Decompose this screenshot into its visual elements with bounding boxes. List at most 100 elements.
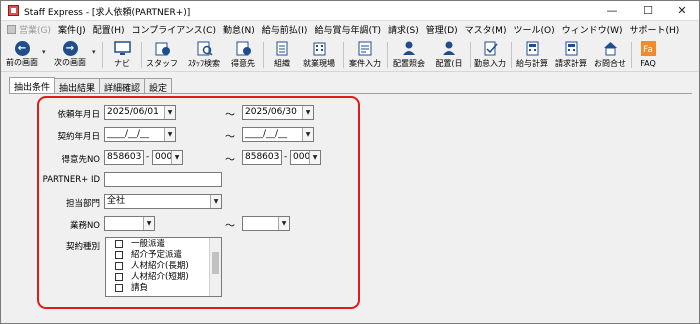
work-site-button[interactable]: 就業現場 <box>299 39 339 71</box>
dropdown-arrow-icon: ▼ <box>309 151 320 164</box>
contract-type-option[interactable]: 人材紹介(長期) <box>106 261 210 272</box>
tab-strip: 抽出条件 抽出結果 詳細確認 設定 <box>9 77 173 94</box>
placement-day-button[interactable]: 配置(日 <box>431 39 467 71</box>
arrow-right-icon: → <box>62 41 78 56</box>
payroll-button[interactable]: 給与計算 <box>514 39 550 71</box>
range-separator: ～ <box>225 221 235 232</box>
dropdown-arrow-icon: ▼ <box>210 195 221 208</box>
client-no-from-dash: - <box>146 152 150 162</box>
dropdown-arrow-icon: ▼ <box>302 128 313 141</box>
tab-extract-results[interactable]: 抽出結果 <box>54 78 101 94</box>
menu-placement[interactable]: 配置(H) <box>93 23 125 36</box>
contract-type-label: 契約種別 <box>65 242 100 252</box>
contract-type-option[interactable]: 請負 <box>106 283 210 294</box>
menu-cases[interactable]: 案件(J) <box>58 23 86 36</box>
case-input-icon <box>358 41 371 56</box>
forward-dropdown-icon[interactable]: ▾ <box>92 48 96 56</box>
title-bar: Staff Express - [求人依頼(PARTNER+)] — ☐ ✕ <box>1 1 699 21</box>
navi-button[interactable]: ナビ <box>107 39 137 71</box>
attendance-input-button[interactable]: 勤怠入力 <box>472 39 508 71</box>
menu-sales[interactable]: 営業(G) <box>19 23 51 36</box>
checkbox[interactable] <box>115 251 123 259</box>
dropdown-arrow-icon: ▼ <box>164 106 175 119</box>
close-button[interactable]: ✕ <box>665 1 699 21</box>
contract-type-option[interactable]: 一般派遣 <box>106 239 210 250</box>
client-no-from-sub-select[interactable]: 000 ▼ <box>152 150 183 165</box>
department-label: 担当部門 <box>65 199 100 209</box>
staff-search-icon <box>197 41 213 56</box>
dropdown-arrow-icon: ▼ <box>278 217 289 230</box>
request-date-from-select[interactable]: 2025/06/01 ▼ <box>104 105 176 120</box>
range-separator: ～ <box>225 155 235 166</box>
checkbox[interactable] <box>115 284 123 292</box>
staff-icon <box>155 42 170 56</box>
tab-extract-conditions[interactable]: 抽出条件 <box>9 77 56 94</box>
menu-tools[interactable]: ツール(O) <box>513 23 554 36</box>
job-no-to-select[interactable]: ▼ <box>242 216 290 231</box>
placement-query-icon <box>402 41 415 55</box>
app-window: Staff Express - [求人依頼(PARTNER+)] — ☐ ✕ 営… <box>0 0 700 324</box>
checklist-scrollbar[interactable] <box>209 238 221 296</box>
menu-payroll[interactable]: 給与賞与年調(T) <box>314 23 381 36</box>
menu-bar: 営業(G) 案件(J) 配置(H) コンプライアンス(C) 勤怠(N) 給与前払… <box>1 21 699 38</box>
scrollbar-thumb[interactable] <box>212 252 219 274</box>
client-no-label: 得意先NO <box>61 155 100 165</box>
org-button[interactable]: 組織 <box>269 39 295 71</box>
building-icon <box>313 42 325 56</box>
partner-id-input[interactable] <box>104 172 222 187</box>
house-icon <box>603 42 617 56</box>
contract-date-from-select[interactable]: ____/__/__ ▼ <box>104 127 176 142</box>
job-no-from-select[interactable]: ▼ <box>104 216 155 231</box>
staff-search-button[interactable]: ｽﾀｯﾌ検索 <box>184 39 224 71</box>
attendance-icon <box>484 41 498 56</box>
window-title: Staff Express - [求人依頼(PARTNER+)] <box>24 8 191 18</box>
billing-button[interactable]: 請求計算 <box>553 39 589 71</box>
arrow-left-icon: ← <box>14 41 30 56</box>
back-dropdown-icon[interactable]: ▾ <box>42 48 46 56</box>
checkbox[interactable] <box>115 262 123 270</box>
toolbar: ← 前の画面 ▾ → 次の画面 ▾ ナビ スタッフ ｽﾀｯﾌ検索 得意先 組織 … <box>1 38 699 72</box>
checkbox[interactable] <box>115 240 123 248</box>
contract-type-option[interactable]: 人材紹介(短期) <box>106 272 210 283</box>
client-button[interactable]: 得意先 <box>228 39 258 71</box>
contract-type-checklist: 一般派遣 紹介予定派遣 人材紹介(長期) 人材紹介(短期) 請負 <box>105 237 222 297</box>
placement-query-button[interactable]: 配置照会 <box>390 39 428 71</box>
menu-admin[interactable]: 管理(D) <box>426 23 458 36</box>
maximize-button[interactable]: ☐ <box>631 1 665 21</box>
app-icon <box>8 5 19 16</box>
department-select[interactable]: 全社 ▼ <box>104 194 222 209</box>
tab-detail-check[interactable]: 詳細確認 <box>99 78 146 94</box>
contract-date-label: 契約年月日 <box>57 132 100 142</box>
menu-billing[interactable]: 請求(S) <box>388 23 419 36</box>
dropdown-arrow-icon: ▼ <box>171 151 182 164</box>
menu-prepay[interactable]: 給与前払(I) <box>262 23 308 36</box>
client-no-to-sub-select[interactable]: 000 ▼ <box>290 150 321 165</box>
monitor-icon <box>113 41 131 55</box>
job-no-label: 業務NO <box>69 221 100 231</box>
menu-master[interactable]: マスタ(M) <box>465 23 507 36</box>
menu-compliance[interactable]: コンプライアンス(C) <box>131 23 216 36</box>
forward-button[interactable]: → 次の画面 <box>52 39 88 71</box>
system-menu-icon[interactable] <box>7 25 16 34</box>
contract-type-option[interactable]: 紹介予定派遣 <box>106 250 210 261</box>
minimize-button[interactable]: — <box>595 1 629 21</box>
placement-day-icon <box>442 41 455 55</box>
staff-button[interactable]: スタッフ <box>145 39 179 71</box>
faq-button[interactable]: Fa FAQ <box>635 39 661 71</box>
svg-text:Fa: Fa <box>643 45 653 55</box>
contract-date-to-select[interactable]: ____/__/__ ▼ <box>242 127 314 142</box>
dropdown-arrow-icon: ▼ <box>164 128 175 141</box>
calculator-icon <box>526 41 538 56</box>
case-input-button[interactable]: 案件入力 <box>346 39 384 71</box>
back-button[interactable]: ← 前の画面 <box>4 39 40 71</box>
menu-support[interactable]: サポート(H) <box>630 23 680 36</box>
client-no-to-input[interactable]: 858603 <box>242 150 282 165</box>
client-no-from-input[interactable]: 858603 <box>104 150 144 165</box>
contact-button[interactable]: お問合せ <box>592 39 628 71</box>
menu-attendance[interactable]: 勤怠(N) <box>223 23 255 36</box>
menu-window[interactable]: ウィンドウ(W) <box>562 23 623 36</box>
tab-settings[interactable]: 設定 <box>144 78 173 94</box>
client-icon <box>236 41 251 56</box>
request-date-to-select[interactable]: 2025/06/30 ▼ <box>242 105 314 120</box>
checkbox[interactable] <box>115 273 123 281</box>
